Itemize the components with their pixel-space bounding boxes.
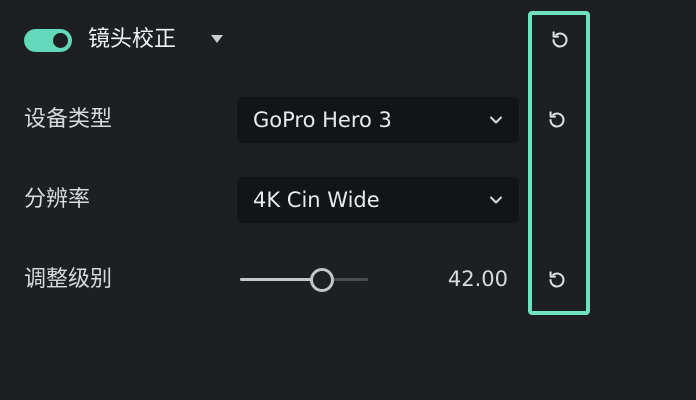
chevron-down-icon	[490, 196, 502, 204]
adjust-level-label: 调整级别	[24, 267, 113, 292]
section-title: 镜头校正	[88, 27, 177, 52]
adjust-level-value: 42.00	[447, 267, 508, 291]
device-type-label: 设备类型	[24, 107, 113, 132]
toggle-knob	[53, 33, 68, 48]
reset-column-highlight	[528, 11, 590, 315]
device-type-value: GoPro Hero 3	[253, 108, 392, 132]
lens-correction-toggle[interactable]	[24, 29, 72, 52]
caret-down-icon[interactable]	[211, 35, 223, 43]
resolution-dropdown[interactable]: 4K Cin Wide	[237, 177, 519, 223]
chevron-down-icon	[490, 116, 502, 124]
resolution-value: 4K Cin Wide	[253, 188, 380, 212]
adjust-level-slider-thumb[interactable]	[309, 268, 334, 292]
adjust-level-slider-track[interactable]	[240, 278, 368, 281]
device-type-dropdown[interactable]: GoPro Hero 3	[237, 97, 519, 143]
resolution-label: 分辨率	[24, 187, 91, 212]
